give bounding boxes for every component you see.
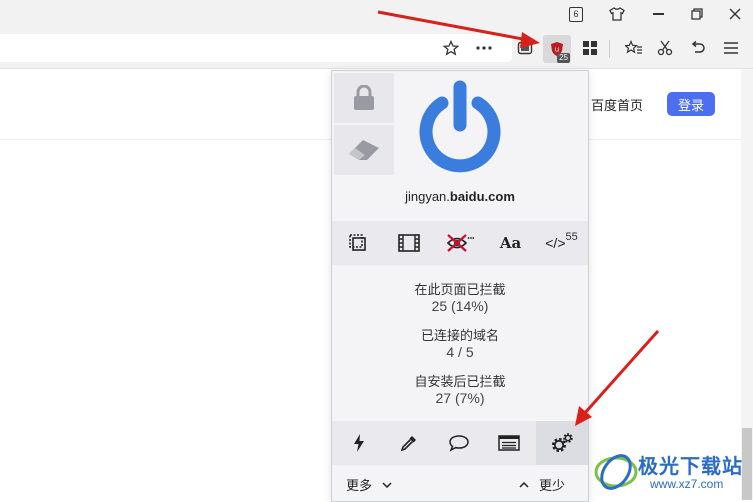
remote-fonts-toggle[interactable]: Aa: [485, 221, 536, 265]
watermark-text: 极光下载站: [638, 456, 743, 478]
popup-block-toggle[interactable]: [332, 221, 383, 265]
title-bar: 6: [0, 0, 753, 28]
per-site-tools: Aa </> 55: [332, 221, 588, 265]
shield-box-icon[interactable]: [512, 35, 538, 61]
font-icon: Aa: [499, 234, 522, 252]
code-icon: </>: [545, 235, 566, 251]
script-count: 55: [565, 231, 578, 243]
dashboard-settings-button[interactable]: [536, 421, 588, 465]
address-bar[interactable]: [0, 34, 512, 62]
element-zapper-button[interactable]: [334, 421, 384, 465]
logger-button[interactable]: [484, 421, 534, 465]
more-label: 更多: [346, 478, 373, 493]
login-button[interactable]: 登录: [667, 92, 715, 116]
eye-off-icon: [446, 234, 474, 252]
ublock-popup: jingyan.baidu.com Aa </> 55 在此页面已拦截 25 (…: [331, 70, 589, 502]
blocked-on-page-value: 25 (14%): [431, 298, 489, 314]
eraser-icon: [349, 140, 379, 160]
eraser-button[interactable]: [334, 125, 394, 175]
more-less-row: 更多 更少: [332, 469, 588, 499]
hostname-prefix: jingyan.: [405, 189, 450, 204]
minimize-icon[interactable]: [645, 1, 671, 27]
hostname-domain: baidu.com: [449, 189, 515, 204]
shirt-skin-icon[interactable]: [604, 1, 630, 27]
lock-icon: [354, 85, 374, 110]
media-block-toggle[interactable]: [383, 221, 434, 265]
ublock-badge: 25: [557, 53, 570, 63]
blocked-since-install-value: 27 (7%): [435, 390, 485, 406]
favorites-icon[interactable]: [621, 35, 647, 61]
scissors-icon[interactable]: [652, 35, 678, 61]
power-icon[interactable]: [412, 79, 508, 175]
restore-icon[interactable]: [684, 1, 710, 27]
more-icon[interactable]: [471, 35, 497, 61]
watermark-url: www.xz7.com: [650, 477, 724, 491]
ublock-icon[interactable]: u 25: [543, 35, 571, 63]
chevron-up-icon: [519, 481, 529, 488]
domains-connected-value: 4 / 5: [446, 344, 474, 360]
report-issue-button[interactable]: [434, 421, 484, 465]
gears-icon: [552, 433, 573, 452]
popup-bottom-tools: [332, 421, 588, 465]
apps-grid-icon[interactable]: [577, 35, 603, 61]
chevron-down-icon: [382, 481, 392, 488]
javascript-toggle[interactable]: </> 55: [536, 221, 587, 265]
element-picker-button[interactable]: [384, 421, 434, 465]
eyedropper-icon: [400, 436, 416, 452]
menu-icon[interactable]: [718, 35, 744, 61]
tab-count-icon[interactable]: 6: [563, 1, 589, 27]
blocked-on-page-label: 在此页面已拦截: [414, 282, 506, 297]
site-hostname: jingyan.baidu.com: [332, 189, 588, 204]
lock-button[interactable]: [334, 73, 394, 123]
less-button[interactable]: 更少: [519, 475, 565, 494]
speech-bubble-icon: [449, 435, 469, 452]
cosmetic-filter-toggle[interactable]: [434, 221, 485, 265]
toolbar-divider: [609, 40, 610, 58]
undo-icon[interactable]: [685, 35, 711, 61]
domains-connected-label: 已连接的域名: [420, 328, 499, 343]
close-icon[interactable]: [722, 1, 748, 27]
popup-window-icon: [348, 234, 366, 251]
lightning-icon: [354, 434, 364, 452]
less-label: 更少: [539, 478, 566, 493]
logger-list-icon: [498, 435, 520, 451]
star-icon[interactable]: [438, 35, 464, 61]
tab-count-badge: 6: [569, 6, 583, 22]
more-button[interactable]: 更多: [346, 475, 392, 494]
blocked-since-install-label: 自安装后已拦截: [414, 374, 506, 389]
baidu-home-link[interactable]: 百度首页: [591, 95, 643, 114]
film-icon: [397, 234, 420, 252]
